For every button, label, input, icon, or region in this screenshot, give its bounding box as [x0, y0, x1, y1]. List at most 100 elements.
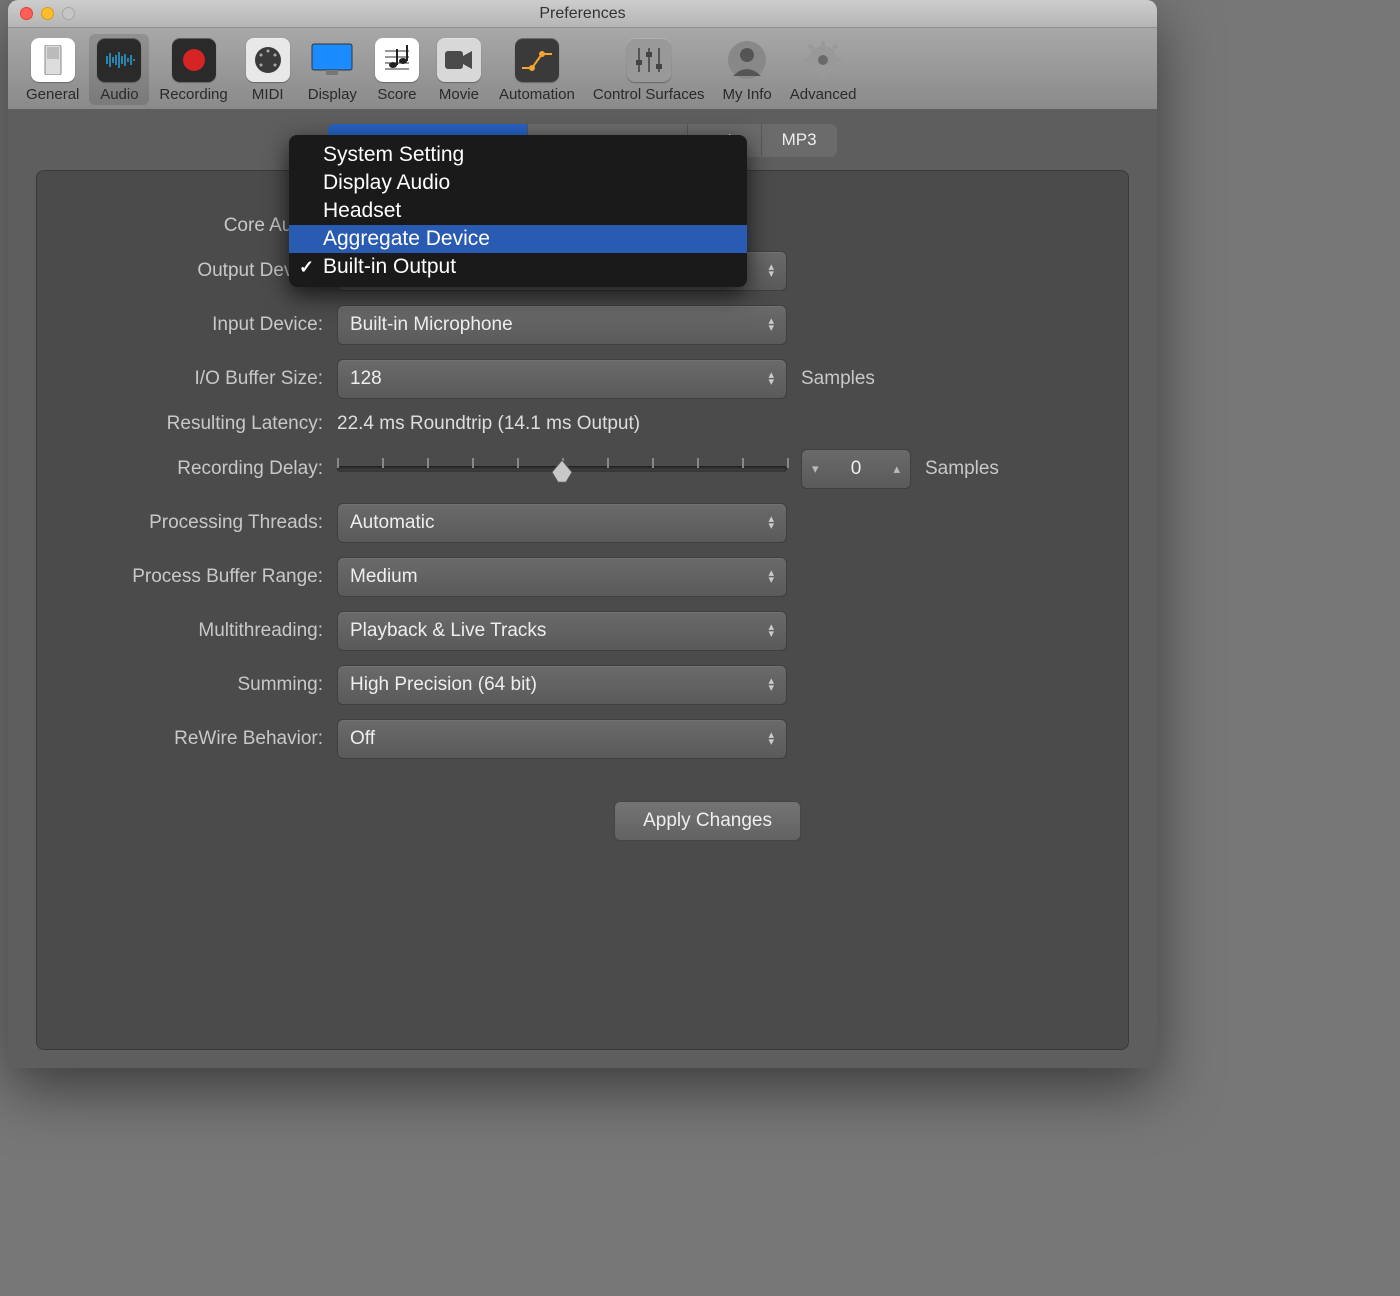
menu-item-label: Built-in Output [323, 255, 456, 279]
process-buffer-range-select[interactable]: Medium ▴▾ [337, 557, 787, 597]
row-process-buffer-range: Process Buffer Range: Medium ▴▾ [77, 557, 1088, 597]
label-rewire: ReWire Behavior: [77, 728, 337, 750]
row-summing: Summing: High Precision (64 bit) ▴▾ [77, 665, 1088, 705]
subtab-label: MP3 [782, 130, 817, 149]
toolbar-label: Recording [159, 86, 227, 103]
window-title: Preferences [8, 5, 1157, 23]
toolbar-label: Display [308, 86, 357, 103]
row-latency: Resulting Latency: 22.4 ms Roundtrip (14… [77, 413, 1088, 435]
processing-threads-value: Automatic [350, 512, 434, 534]
checkmark-icon: ✓ [299, 257, 314, 278]
record-icon [180, 46, 208, 74]
menu-item-system-setting[interactable]: System Setting [289, 141, 747, 169]
chevron-up-down-icon: ▴▾ [768, 624, 774, 638]
toolbar-item-score[interactable]: Score [367, 34, 427, 105]
chevron-up-down-icon: ▴▾ [768, 264, 774, 278]
camera-icon [445, 49, 473, 71]
window-controls [20, 7, 75, 20]
toolbar-item-midi[interactable]: MIDI [238, 34, 298, 105]
toolbar-label: My Info [723, 86, 772, 103]
menu-item-label: System Setting [323, 143, 464, 167]
chevron-up-down-icon: ▴▾ [768, 372, 774, 386]
toolbar-label: Audio [100, 86, 138, 103]
label-processing-threads: Processing Threads: [77, 512, 337, 534]
latency-value: 22.4 ms Roundtrip (14.1 ms Output) [337, 413, 640, 435]
toolbar-label: Control Surfaces [593, 86, 705, 103]
menu-item-label: Display Audio [323, 171, 450, 195]
recording-delay-slider[interactable] [337, 449, 787, 489]
zoom-window-button[interactable] [62, 7, 75, 20]
chevron-up-down-icon: ▴▾ [768, 570, 774, 584]
menu-item-display-audio[interactable]: Display Audio [289, 169, 747, 197]
toolbar-label: MIDI [252, 86, 284, 103]
subtab-mp3[interactable]: MP3 [762, 124, 837, 156]
label-latency: Resulting Latency: [77, 413, 337, 435]
input-device-value: Built-in Microphone [350, 314, 513, 336]
minimize-window-button[interactable] [41, 7, 54, 20]
samples-suffix: Samples [801, 368, 875, 390]
samples-suffix-2: Samples [925, 458, 999, 480]
processing-threads-select[interactable]: Automatic ▴▾ [337, 503, 787, 543]
toolbar-item-my-info[interactable]: My Info [715, 34, 780, 105]
toolbar-item-display[interactable]: Display [300, 34, 365, 105]
preferences-toolbar: General Audio [8, 28, 1157, 110]
toolbar-label: Score [377, 86, 416, 103]
label-summing: Summing: [77, 674, 337, 696]
multithreading-select[interactable]: Playback & Live Tracks ▴▾ [337, 611, 787, 651]
apply-changes-button[interactable]: Apply Changes [614, 801, 801, 841]
label-multithreading: Multithreading: [77, 620, 337, 642]
toolbar-label: Advanced [790, 86, 857, 103]
label-io-buffer: I/O Buffer Size: [77, 368, 337, 390]
toolbar-item-general[interactable]: General [18, 34, 87, 105]
label-process-buffer-range: Process Buffer Range: [77, 566, 337, 588]
process-buffer-range-value: Medium [350, 566, 418, 588]
toolbar-item-recording[interactable]: Recording [151, 34, 235, 105]
switch-icon [43, 45, 63, 75]
devices-panel: Core Audio: ✓ Enabled Output Device: Bui… [36, 170, 1129, 1050]
output-device-menu: System Setting Display Audio Headset Agg… [289, 135, 747, 287]
chevron-up-down-icon: ▴▾ [768, 678, 774, 692]
menu-item-label: Aggregate Device [323, 227, 490, 251]
toolbar-item-movie[interactable]: Movie [429, 34, 489, 105]
toolbar-item-audio[interactable]: Audio [89, 34, 149, 105]
io-buffer-select[interactable]: 128 ▴▾ [337, 359, 787, 399]
chevron-down-icon[interactable]: ▾ [812, 461, 819, 477]
recording-delay-stepper[interactable]: ▾ 0 ▴ [801, 449, 911, 489]
label-recording-delay: Recording Delay: [77, 458, 337, 480]
midi-icon [253, 45, 283, 75]
toolbar-item-control-surfaces[interactable]: Control Surfaces [585, 34, 713, 105]
chevron-up-icon[interactable]: ▴ [893, 461, 900, 477]
menu-item-label: Headset [323, 199, 401, 223]
slider-thumb-icon[interactable] [552, 460, 572, 482]
display-icon [310, 40, 354, 80]
chevron-up-down-icon: ▴▾ [768, 318, 774, 332]
summing-select[interactable]: High Precision (64 bit) ▴▾ [337, 665, 787, 705]
label-input-device: Input Device: [77, 314, 337, 336]
io-buffer-value: 128 [350, 368, 382, 390]
recording-delay-value: 0 [851, 458, 862, 480]
close-window-button[interactable] [20, 7, 33, 20]
menu-item-aggregate-device[interactable]: Aggregate Device [289, 225, 747, 253]
chevron-up-down-icon: ▴▾ [768, 516, 774, 530]
toolbar-label: Automation [499, 86, 575, 103]
input-device-select[interactable]: Built-in Microphone ▴▾ [337, 305, 787, 345]
menu-item-built-in-output[interactable]: ✓ Built-in Output [289, 253, 747, 281]
row-recording-delay: Recording Delay: ▾ 0 ▴ [77, 449, 1088, 489]
preferences-window: Preferences General [8, 0, 1157, 1068]
toolbar-item-advanced[interactable]: Advanced [782, 34, 865, 105]
toolbar-label: General [26, 86, 79, 103]
multithreading-value: Playback & Live Tracks [350, 620, 546, 642]
toolbar-item-automation[interactable]: Automation [491, 34, 583, 105]
score-icon [383, 45, 411, 75]
titlebar: Preferences [8, 0, 1157, 28]
rewire-select[interactable]: Off ▴▾ [337, 719, 787, 759]
automation-icon [520, 48, 554, 72]
menu-item-headset[interactable]: Headset [289, 197, 747, 225]
toolbar-label: Movie [439, 86, 479, 103]
row-input-device: Input Device: Built-in Microphone ▴▾ [77, 305, 1088, 345]
row-multithreading: Multithreading: Playback & Live Tracks ▴… [77, 611, 1088, 651]
row-processing-threads: Processing Threads: Automatic ▴▾ [77, 503, 1088, 543]
summing-value: High Precision (64 bit) [350, 674, 537, 696]
rewire-value: Off [350, 728, 375, 750]
waveform-icon [102, 50, 136, 70]
